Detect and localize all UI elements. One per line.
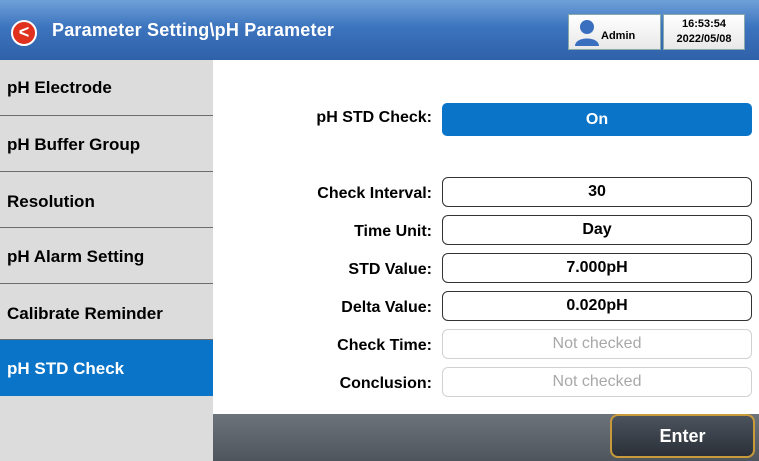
- sidebar-item-label: Resolution: [7, 192, 95, 211]
- time-unit-label: Time Unit:: [354, 223, 432, 240]
- page-title: Parameter Setting\pH Parameter: [52, 20, 335, 40]
- sidebar-item-ph-alarm-setting[interactable]: pH Alarm Setting: [0, 228, 213, 284]
- sidebar-item-ph-std-check[interactable]: pH STD Check: [0, 340, 213, 396]
- sidebar-item-label: Calibrate Reminder: [7, 304, 163, 323]
- std-value-field[interactable]: 7.000pH: [442, 253, 752, 283]
- sidebar-item-calibrate-reminder[interactable]: Calibrate Reminder: [0, 284, 213, 340]
- user-badge[interactable]: Admin: [568, 14, 661, 50]
- conclusion-field: Not checked: [442, 367, 752, 397]
- chevron-left-icon: <: [18, 22, 30, 42]
- user-name: Admin: [601, 30, 636, 42]
- user-icon: [575, 20, 599, 46]
- enter-button[interactable]: Enter: [610, 414, 755, 458]
- delta-value-label: Delta Value:: [341, 299, 432, 316]
- sidebar-item-ph-buffer-group[interactable]: pH Buffer Group: [0, 116, 213, 172]
- clock-time: 16:53:54: [681, 18, 727, 30]
- check-time-label: Check Time:: [337, 337, 432, 354]
- sidebar-item-ph-electrode[interactable]: pH Electrode: [0, 60, 213, 116]
- sidebar-item-label: pH Electrode: [7, 78, 112, 97]
- check-time-field: Not checked: [442, 329, 752, 359]
- time-unit-field[interactable]: Day: [442, 215, 752, 245]
- check-interval-label: Check Interval:: [317, 185, 432, 202]
- back-button[interactable]: <: [11, 20, 37, 46]
- clock: 16:53:54 2022/05/08: [663, 14, 745, 50]
- clock-date: 2022/05/08: [676, 33, 732, 45]
- delta-value-field[interactable]: 0.020pH: [442, 291, 752, 321]
- sidebar-item-label: pH Alarm Setting: [7, 247, 145, 266]
- sidebar-item-label: pH STD Check: [7, 359, 125, 378]
- std-check-label: pH STD Check:: [316, 109, 432, 126]
- conclusion-label: Conclusion:: [339, 375, 432, 392]
- sidebar-item-resolution[interactable]: Resolution: [0, 172, 213, 228]
- sidebar-item-label: pH Buffer Group: [7, 135, 141, 154]
- check-interval-field[interactable]: 30: [442, 177, 752, 207]
- std-value-label: STD Value:: [348, 261, 432, 278]
- std-check-toggle[interactable]: On: [442, 103, 752, 136]
- title-bar: < Parameter Setting\pH Parameter Admin 1…: [0, 0, 759, 60]
- sidebar: pH Electrode pH Buffer Group Resolution …: [0, 60, 213, 461]
